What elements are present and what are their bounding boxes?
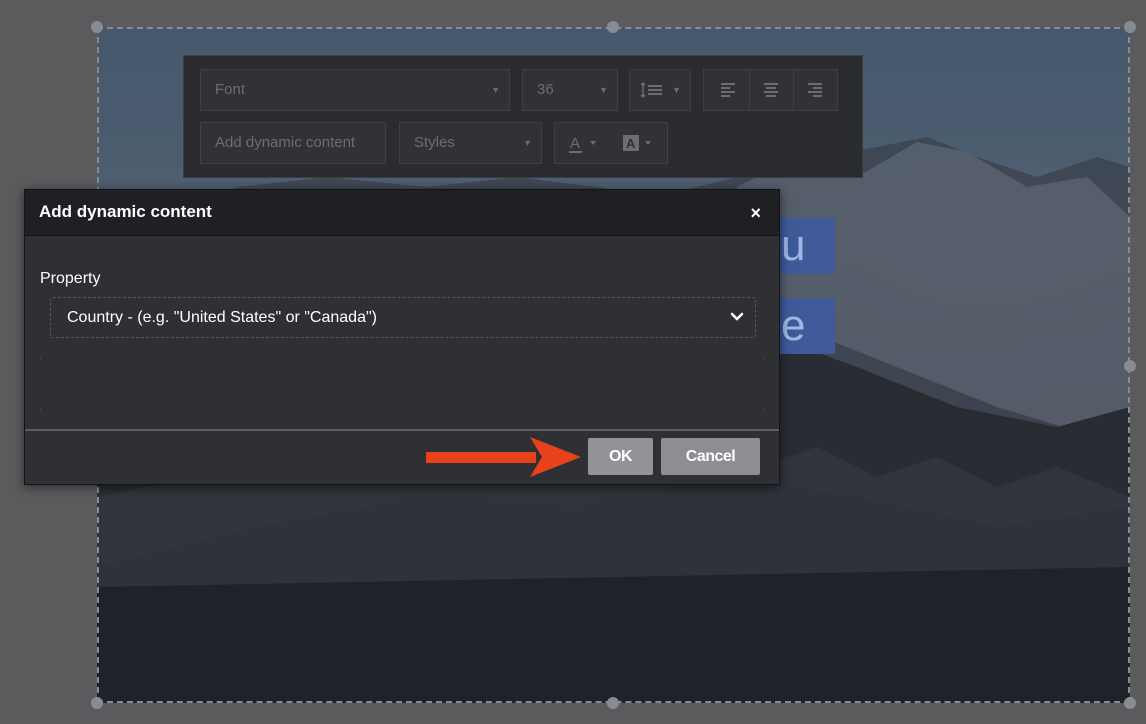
property-select[interactable]: Country - (e.g. "United States" or "Cana… <box>50 297 756 338</box>
caret-down-icon: ▼ <box>599 85 608 95</box>
caret-down-icon: ▼ <box>672 85 681 95</box>
property-label: Property <box>40 270 101 287</box>
font-select[interactable]: Font ▼ <box>200 69 510 111</box>
line-height-icon <box>640 81 662 99</box>
cancel-button[interactable]: Cancel <box>661 438 760 475</box>
alignment-icons <box>721 70 822 110</box>
property-select-value: Country - (e.g. "United States" or "Cana… <box>67 309 377 326</box>
resize-handle-bottom-right[interactable] <box>1124 697 1136 709</box>
color-group: A A <box>554 122 668 164</box>
selected-text-line-2[interactable]: e <box>779 298 835 354</box>
align-left-icon[interactable] <box>721 83 735 97</box>
line-height-button[interactable]: ▼ <box>629 69 691 111</box>
add-dynamic-content-label: Add dynamic content <box>215 134 356 151</box>
resize-handle-top-left[interactable] <box>91 21 103 33</box>
svg-text:A: A <box>570 135 580 152</box>
caret-down-icon: ▼ <box>523 138 532 148</box>
styles-select[interactable]: Styles ▼ <box>399 122 542 164</box>
color-icons: A A <box>569 135 651 153</box>
resize-dot <box>763 358 764 359</box>
font-size-value: 36 <box>537 81 554 98</box>
font-select-label: Font <box>215 81 246 98</box>
annotation-arrow <box>426 437 581 477</box>
align-right-icon[interactable] <box>808 83 822 97</box>
font-size-select[interactable]: 36 ▼ <box>522 69 618 111</box>
styles-select-label: Styles <box>414 134 455 151</box>
dialog-header: Add dynamic content × <box>25 190 779 236</box>
resize-handle-top-right[interactable] <box>1124 21 1136 33</box>
ok-button[interactable]: OK <box>588 438 653 475</box>
resize-handle-middle-right[interactable] <box>1124 360 1136 372</box>
add-dynamic-content-button[interactable]: Add dynamic content <box>200 122 386 164</box>
resize-handle-bottom-left[interactable] <box>91 697 103 709</box>
add-dynamic-content-dialog: Add dynamic content × Property Country -… <box>24 189 780 485</box>
chevron-down-icon <box>730 312 744 321</box>
dialog-footer-divider <box>25 429 779 431</box>
resize-dot <box>763 409 764 410</box>
resize-handle-bottom-center[interactable] <box>607 697 619 709</box>
svg-text:A: A <box>626 136 636 151</box>
text-color-icon[interactable]: A <box>569 135 596 153</box>
resize-handle-top-center[interactable] <box>607 21 619 33</box>
dialog-title: Add dynamic content <box>39 202 212 221</box>
resize-dot <box>40 358 41 359</box>
selected-text-line-1[interactable]: u <box>779 218 835 274</box>
close-icon[interactable]: × <box>750 204 761 222</box>
alignment-group <box>703 69 838 111</box>
text-formatting-toolbar: Font ▼ 36 ▼ ▼ Add dynamic content Styles… <box>183 55 863 178</box>
align-center-icon[interactable] <box>764 83 778 97</box>
highlight-color-icon[interactable]: A <box>623 135 651 151</box>
resize-dot <box>40 409 41 410</box>
caret-down-icon: ▼ <box>491 85 500 95</box>
